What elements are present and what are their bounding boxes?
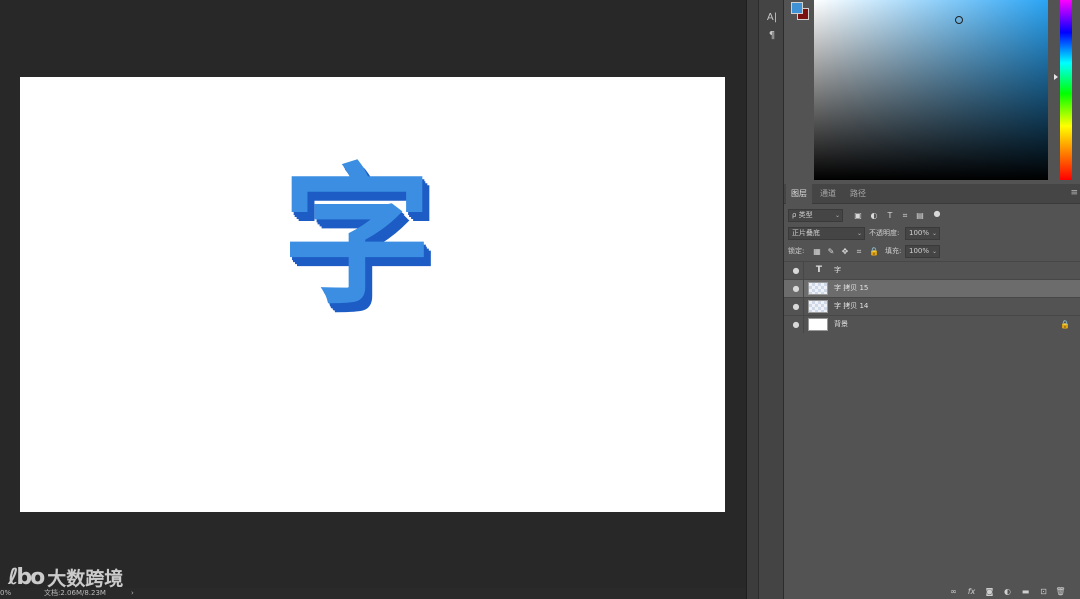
eye-icon[interactable]: ● bbox=[791, 284, 801, 293]
layer-name: 字 拷贝 15 bbox=[834, 284, 869, 292]
link-icon[interactable]: ∞ bbox=[948, 586, 959, 597]
tab-layers[interactable]: 图层 bbox=[786, 184, 812, 204]
fill-label: 填充: bbox=[885, 247, 902, 255]
new-layer-icon[interactable]: ⊡ bbox=[1038, 586, 1049, 597]
layers-panel-tabs: 图层 通道 路径 ≡ bbox=[784, 184, 1080, 204]
layer-thumbnail bbox=[808, 300, 828, 313]
layer-row-copy-14[interactable]: ● 字 拷贝 14 bbox=[784, 297, 1080, 315]
status-menu-arrow[interactable]: › bbox=[131, 588, 134, 599]
filter-shape-icon[interactable]: ⌗ bbox=[900, 211, 910, 221]
eye-icon[interactable]: ● bbox=[791, 302, 801, 311]
opacity-input[interactable]: 100% ⌄ bbox=[905, 227, 940, 240]
document-size: 文档:2.06M/8.23M bbox=[44, 589, 106, 597]
collapsed-panel-strip: A| ¶ bbox=[758, 0, 784, 599]
watermark-text: 大数跨境 bbox=[47, 567, 124, 590]
mask-icon[interactable]: ◙ bbox=[984, 586, 995, 597]
layer-name: 字 拷贝 14 bbox=[834, 302, 869, 310]
panel-menu-icon[interactable]: ≡ bbox=[1070, 188, 1078, 198]
color-saturation-field[interactable] bbox=[814, 0, 1048, 180]
layer-filter-select[interactable]: ρ 类型 ⌄ bbox=[788, 209, 843, 222]
lock-position-icon[interactable]: ✥ bbox=[840, 247, 850, 257]
panel-dock-divider[interactable] bbox=[746, 0, 758, 599]
extruded-3d-text: 字 字 字 字 字 bbox=[282, 163, 462, 333]
layers-panel-footer: ∞ fx ◙ ◐ ▬ ⊡ 🗑 bbox=[784, 584, 1080, 599]
status-bar: 0% 文档:2.06M/8.23M › bbox=[0, 588, 746, 599]
foreground-color-swatch[interactable] bbox=[791, 2, 803, 14]
hue-slider[interactable] bbox=[1060, 0, 1072, 180]
lock-artboard-icon[interactable]: ⌗ bbox=[854, 247, 864, 257]
hue-slider-marker[interactable] bbox=[1054, 74, 1058, 80]
layer-filter-label: ρ 类型 bbox=[792, 211, 813, 219]
group-folder-icon[interactable]: ▬ bbox=[1020, 586, 1031, 597]
layer-row-copy-15[interactable]: ● 字 拷贝 15 bbox=[784, 279, 1080, 297]
watermark-logo-mark: ℓbo bbox=[8, 564, 45, 590]
lock-transparency-icon[interactable]: ▦ bbox=[812, 247, 822, 257]
filter-pixel-icon[interactable]: ▣ bbox=[853, 211, 863, 221]
document-workspace: 字 字 字 字 字 ℓbo 大数跨境 bbox=[0, 0, 746, 590]
lock-fill-row: 锁定: ▦ ✎ ✥ ⌗ 🔒 填充: 100% ⌄ bbox=[784, 243, 1080, 260]
tab-paths[interactable]: 路径 bbox=[845, 184, 871, 204]
color-picker-cursor[interactable] bbox=[955, 16, 963, 24]
trash-icon[interactable]: 🗑 bbox=[1055, 586, 1066, 597]
layer-row-text[interactable]: ● T 字 bbox=[784, 261, 1080, 279]
text-face-layer: 字 bbox=[282, 151, 433, 325]
opacity-value: 100% bbox=[909, 229, 930, 237]
adjustment-icon[interactable]: ◐ bbox=[1002, 586, 1013, 597]
layer-row-background[interactable]: ● 背景 🔒 bbox=[784, 315, 1080, 333]
document-canvas[interactable]: 字 字 字 字 字 bbox=[20, 77, 725, 512]
blend-mode-select[interactable]: 正片叠底 ⌄ bbox=[788, 227, 865, 240]
photoshop-window: 字 字 字 字 字 ℓbo 大数跨境 0% 文档:2.06M/8.23M › A… bbox=[0, 0, 1080, 599]
layer-name: 背景 bbox=[834, 320, 848, 328]
lock-icon: 🔒 bbox=[1060, 320, 1070, 329]
fx-icon[interactable]: fx bbox=[966, 586, 977, 597]
blend-opacity-row: 正片叠底 ⌄ 不透明度: 100% ⌄ bbox=[784, 225, 1080, 242]
opacity-label: 不透明度: bbox=[869, 229, 900, 237]
filter-adjustment-icon[interactable]: ◐ bbox=[869, 211, 879, 221]
watermark-logo: ℓbo 大数跨境 bbox=[8, 564, 123, 590]
character-panel-icon[interactable]: A| bbox=[763, 10, 781, 26]
color-picker-panel bbox=[784, 0, 1080, 184]
layer-thumbnail bbox=[808, 318, 828, 331]
filter-type-icon[interactable]: T bbox=[885, 211, 895, 221]
fill-input[interactable]: 100% ⌄ bbox=[905, 245, 940, 258]
paragraph-panel-icon[interactable]: ¶ bbox=[763, 28, 781, 44]
chevron-down-icon: ⌄ bbox=[931, 230, 937, 237]
fill-value: 100% bbox=[909, 247, 930, 255]
layer-filter-row: ρ 类型 ⌄ ▣ ◐ T ⌗ ▤ ● bbox=[784, 207, 1080, 224]
layer-name: 字 bbox=[834, 266, 841, 274]
filter-toggle-icon[interactable]: ● bbox=[932, 209, 942, 219]
lock-label: 锁定: bbox=[788, 247, 805, 255]
chevron-down-icon: ⌄ bbox=[931, 248, 937, 255]
eye-icon[interactable]: ● bbox=[791, 320, 801, 329]
lock-pixels-icon[interactable]: ✎ bbox=[826, 247, 836, 257]
blend-mode-value: 正片叠底 bbox=[792, 229, 820, 237]
chevron-down-icon: ⌄ bbox=[856, 230, 862, 237]
layer-thumbnail bbox=[808, 282, 828, 295]
layers-panel: 图层 通道 路径 ≡ ρ 类型 ⌄ ▣ ◐ T ⌗ ▤ ● 正片叠底 ⌄ 不透明… bbox=[784, 184, 1080, 599]
filter-smart-object-icon[interactable]: ▤ bbox=[915, 211, 925, 221]
eye-icon[interactable]: ● bbox=[791, 266, 801, 275]
tab-channels[interactable]: 通道 bbox=[815, 184, 841, 204]
lock-all-icon[interactable]: 🔒 bbox=[869, 247, 879, 257]
text-layer-icon: T bbox=[815, 265, 823, 275]
chevron-down-icon: ⌄ bbox=[834, 212, 840, 219]
zoom-level[interactable]: 0% bbox=[0, 588, 11, 599]
right-panel-dock: 图层 通道 路径 ≡ ρ 类型 ⌄ ▣ ◐ T ⌗ ▤ ● 正片叠底 ⌄ 不透明… bbox=[784, 0, 1080, 599]
